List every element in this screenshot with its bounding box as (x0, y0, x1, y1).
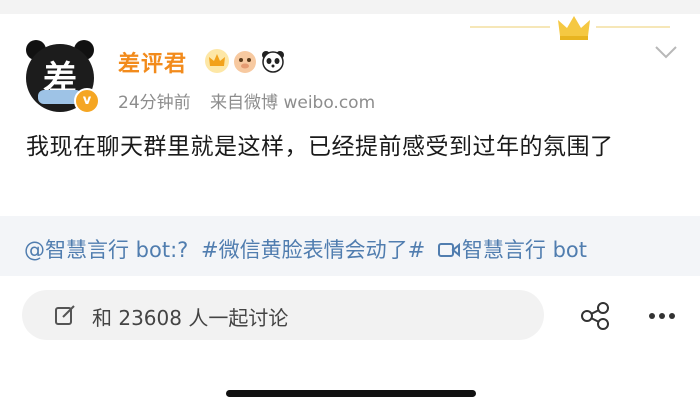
tags-row: @智慧言行 bot:? #微信黄脸表情会动了# 智慧言行 bot (24, 234, 599, 264)
video-link[interactable]: 智慧言行 bot (437, 238, 593, 262)
crown-icon (558, 16, 590, 40)
verified-badge: v (74, 88, 100, 114)
panda-medal-icon[interactable] (260, 48, 286, 74)
comment-input[interactable]: 和 23608 人一起讨论 (22, 290, 544, 340)
post-meta: 24分钟前 来自微博 weibo.com (118, 88, 389, 113)
decor-line-left (470, 26, 550, 28)
home-indicator[interactable] (226, 390, 476, 397)
post-body: 我现在聊天群里就是这样，已经提前感受到过年的氛围了 (26, 134, 614, 160)
video-icon (437, 242, 460, 258)
hashtag-link[interactable]: #微信黄脸表情会动了# (201, 238, 425, 262)
crown-medal-icon[interactable] (204, 48, 230, 74)
decor-line-right (596, 26, 670, 28)
author-name[interactable]: 差评君 (118, 46, 187, 78)
medal-row (204, 48, 286, 74)
tags-bar: @智慧言行 bot:? #微信黄脸表情会动了# 智慧言行 bot (0, 216, 700, 276)
comment-placeholder: 和 23608 人一起讨论 (92, 306, 289, 330)
top-strip (0, 0, 700, 14)
post-time: 24分钟前 (118, 93, 191, 113)
chevron-down-icon[interactable] (654, 44, 678, 60)
more-icon[interactable] (648, 312, 676, 320)
video-link-label: 智慧言行 bot (461, 238, 587, 262)
edit-icon (55, 305, 75, 325)
weibo-post-screen: 差 v 差评君 24分钟前 来自微博 weibo.com 我现在聊天群里就是这样… (0, 0, 700, 412)
monkey-medal-icon[interactable] (232, 48, 258, 74)
mention-link[interactable]: @智慧言行 bot:? (24, 238, 188, 262)
post-source: 来自微博 weibo.com (210, 93, 376, 113)
share-icon[interactable] (580, 302, 610, 330)
